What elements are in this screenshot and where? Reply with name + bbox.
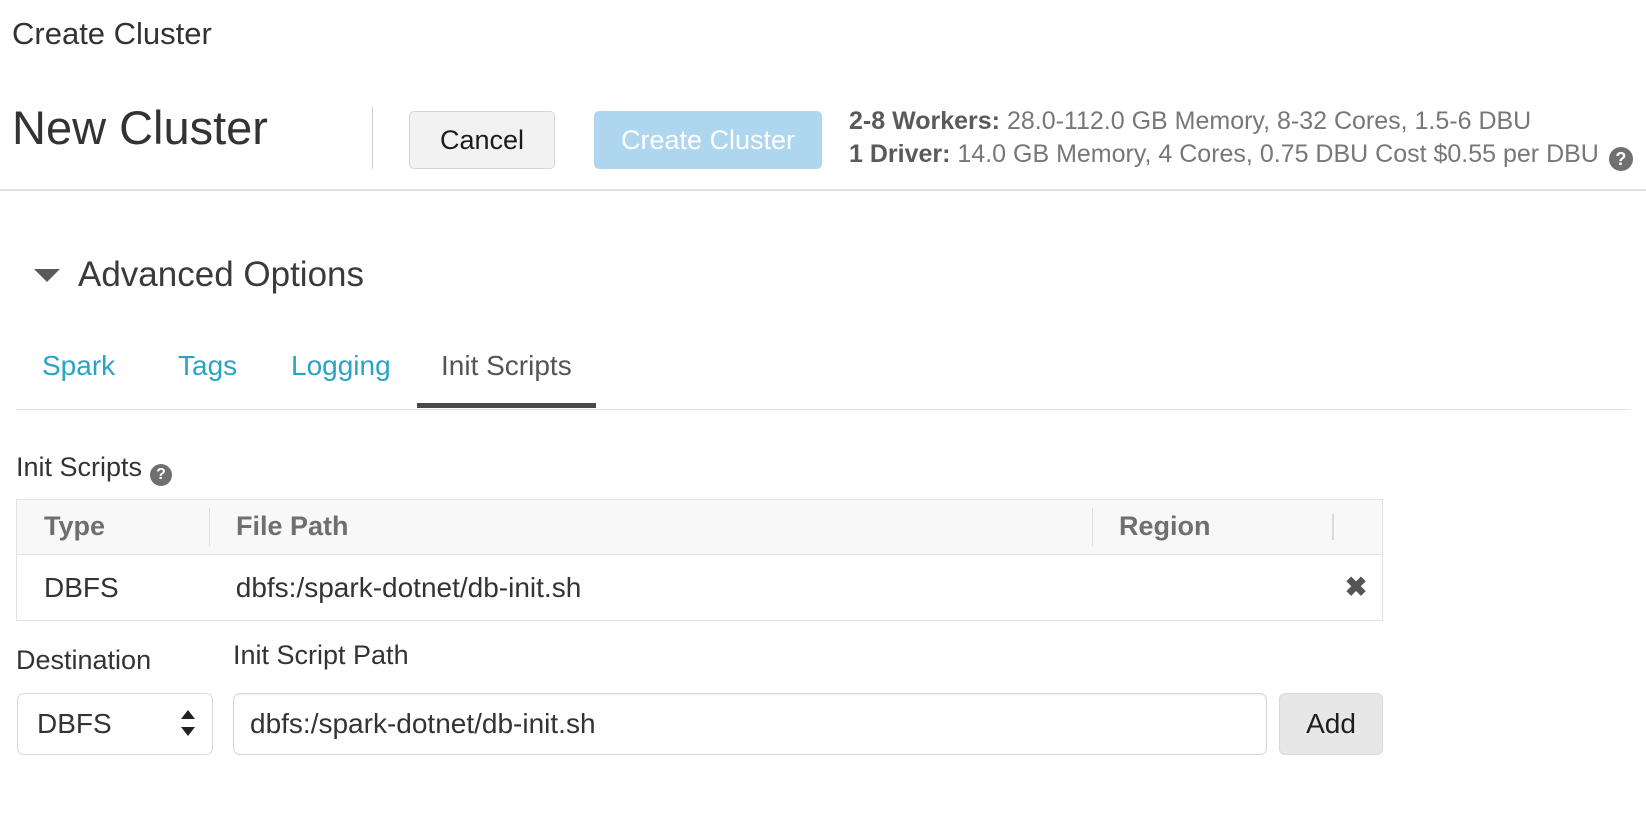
pricing-help-icon[interactable]: ? (1608, 147, 1633, 171)
column-header-type[interactable]: Type (17, 500, 209, 554)
delete-row-icon[interactable]: ✖ (1330, 572, 1382, 603)
header-divider (372, 107, 373, 169)
header-separator (0, 189, 1646, 191)
column-resize-handle[interactable] (1332, 514, 1334, 540)
tab-spark[interactable]: Spark (42, 340, 115, 410)
destination-label: Destination (16, 645, 152, 675)
table-header-row: Type File Path Region (17, 500, 1382, 555)
page-title: New Cluster (12, 101, 268, 154)
column-header-region[interactable]: Region (1092, 500, 1382, 554)
caret-down-icon[interactable] (34, 268, 60, 282)
init-scripts-help-icon[interactable]: ? (150, 464, 173, 486)
destination-select[interactable]: DBFS (17, 693, 213, 755)
create-cluster-page: Create Cluster New Cluster Cancel Create… (0, 0, 1646, 822)
column-divider-icon (1092, 508, 1093, 546)
column-header-file-path[interactable]: File Path (209, 500, 1092, 554)
advanced-options-tabs: Spark Tags Logging Init Scripts (0, 340, 1646, 410)
cluster-specs: 2-8 Workers: 28.0-112.0 GB Memory, 8-32 … (849, 105, 1633, 171)
workers-spec-line: 2-8 Workers: 28.0-112.0 GB Memory, 8-32 … (849, 105, 1633, 138)
init-scripts-label-text: Init Scripts (16, 452, 143, 482)
tab-init-scripts[interactable]: Init Scripts (417, 340, 596, 410)
column-divider-icon (209, 508, 210, 546)
advanced-options-title: Advanced Options (78, 255, 365, 294)
tab-logging[interactable]: Logging (291, 340, 391, 410)
cluster-header: New Cluster Cancel Create Cluster 2-8 Wo… (0, 95, 1646, 189)
breadcrumb: Create Cluster (12, 16, 212, 51)
workers-spec-label: 2-8 Workers: (849, 107, 1000, 135)
init-scripts-section-label: Init Scripts? (16, 452, 173, 486)
column-header-region-text: Region (1119, 511, 1211, 541)
column-header-file-path-text: File Path (236, 511, 349, 541)
driver-spec-detail: 14.0 GB Memory, 4 Cores, 0.75 DBU Cost $… (950, 140, 1599, 168)
cell-type: DBFS (44, 571, 119, 603)
cell-file-path: dbfs:/spark-dotnet/db-init.sh (235, 571, 582, 603)
init-scripts-table: Type File Path Region DBFS dbfs:/spark-d… (16, 499, 1383, 621)
workers-spec-detail: 28.0-112.0 GB Memory, 8-32 Cores, 1.5-6 … (1000, 107, 1532, 135)
destination-select-wrapper: DBFS (17, 693, 213, 755)
init-script-path-label: Init Script Path (233, 640, 409, 670)
create-cluster-button[interactable]: Create Cluster (594, 111, 822, 169)
add-button[interactable]: Add (1279, 693, 1383, 755)
advanced-options-toggle[interactable]: Advanced Options (34, 255, 364, 295)
cancel-button[interactable]: Cancel (409, 111, 555, 169)
table-row: DBFS dbfs:/spark-dotnet/db-init.sh ✖ (17, 555, 1382, 620)
init-script-path-input[interactable] (233, 693, 1267, 755)
tabs-separator (16, 409, 1630, 410)
tab-tags[interactable]: Tags (178, 340, 237, 410)
driver-spec-line: 1 Driver: 14.0 GB Memory, 4 Cores, 0.75 … (849, 138, 1633, 171)
driver-spec-label: 1 Driver: (849, 140, 951, 168)
